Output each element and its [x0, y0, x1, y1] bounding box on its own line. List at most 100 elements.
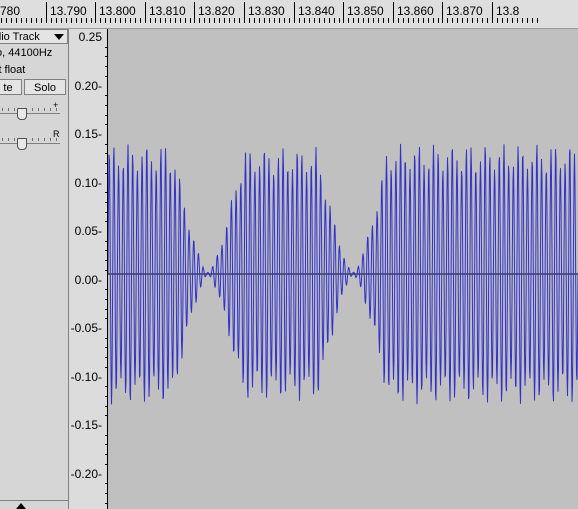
amplitude-minor-tick — [105, 357, 107, 358]
amplitude-tick-label: 0.10- — [74, 175, 102, 190]
timeline-minor-tick — [219, 18, 220, 23]
timeline-minor-tick — [71, 18, 72, 23]
timeline-minor-tick — [140, 18, 141, 23]
timeline-minor-tick — [6, 18, 7, 23]
amplitude-minor-tick — [105, 105, 107, 106]
timeline-minor-tick — [403, 18, 404, 23]
amplitude-minor-tick — [105, 124, 107, 125]
timeline-tick-label: 13.800 — [99, 4, 136, 18]
timeline-minor-tick — [135, 18, 136, 23]
timeline-minor-tick — [413, 18, 414, 23]
timeline-minor-tick — [487, 18, 488, 23]
timeline-tick-label: 13.850 — [347, 4, 384, 18]
amplitude-minor-tick — [105, 270, 107, 271]
timeline-minor-tick — [61, 18, 62, 23]
amplitude-tick-label: -0.15- — [70, 418, 102, 432]
timeline-minor-tick — [229, 18, 230, 23]
timeline-major-tick — [343, 2, 344, 23]
timeline-minor-tick — [512, 18, 513, 23]
timeline-major-tick — [95, 2, 96, 23]
track-sample-format: it float — [0, 64, 26, 76]
timeline-minor-tick — [428, 18, 429, 23]
timeline-minor-tick — [190, 18, 191, 23]
timeline-major-tick — [294, 2, 295, 23]
amplitude-minor-tick — [105, 483, 107, 484]
timeline-minor-tick — [433, 18, 434, 23]
timeline-minor-tick — [274, 18, 275, 23]
timeline-minor-tick — [254, 18, 255, 23]
timeline-tick-label: 13.8 — [496, 4, 520, 18]
timeline-minor-tick — [76, 18, 77, 23]
amplitude-minor-tick — [105, 367, 107, 368]
timeline-minor-tick — [383, 18, 384, 23]
timeline-minor-tick — [41, 18, 42, 23]
amplitude-tick-label: -0.05- — [70, 321, 102, 335]
amplitude-tick-label: 0.25 — [78, 30, 102, 44]
amplitude-minor-tick — [105, 115, 107, 116]
amplitude-minor-tick — [105, 396, 107, 397]
amplitude-ruler[interactable]: 0.25 0.20- 0.15- 0.10- 0.05- 0.00- -0.05- -0.10… — [70, 29, 108, 509]
mute-button[interactable]: te — [0, 79, 22, 95]
track-name-dropdown[interactable]: udio Track — [0, 29, 68, 44]
timeline-minor-tick — [334, 18, 335, 23]
amplitude-tick-label: -0.20- — [70, 466, 102, 481]
amplitude-minor-tick — [105, 318, 107, 319]
timeline-minor-tick — [21, 18, 22, 23]
collapse-track-icon[interactable] — [16, 503, 26, 509]
waveform-canvas — [108, 143, 578, 405]
timeline-minor-tick — [239, 18, 240, 23]
timeline-minor-tick — [368, 18, 369, 23]
timeline-minor-tick — [269, 18, 270, 23]
amplitude-tick-label: -0.10- — [70, 369, 102, 384]
solo-button[interactable]: Solo — [24, 79, 66, 95]
pan-slider[interactable] — [0, 143, 60, 144]
timeline-minor-tick — [418, 18, 419, 23]
timeline-major-tick — [46, 2, 47, 23]
gain-slider[interactable] — [0, 113, 60, 114]
amplitude-minor-tick — [105, 493, 107, 494]
timeline-minor-tick — [348, 18, 349, 23]
amplitude-minor-tick — [105, 435, 107, 436]
timeline-minor-tick — [472, 18, 473, 23]
pan-slider-scale — [2, 138, 58, 141]
amplitude-minor-tick — [105, 95, 107, 96]
timeline-minor-tick — [91, 18, 92, 23]
timeline-minor-tick — [423, 18, 424, 23]
timeline-minor-tick — [398, 18, 399, 23]
track-name-label: udio Track — [0, 31, 40, 43]
timeline-minor-tick — [264, 18, 265, 23]
gain-slider-thumb[interactable] — [17, 108, 27, 120]
amplitude-minor-tick — [105, 347, 107, 348]
amplitude-minor-tick — [105, 221, 107, 222]
waveform-display[interactable] — [108, 29, 578, 509]
timeline-minor-tick — [86, 18, 87, 23]
timeline-minor-tick — [314, 18, 315, 23]
amplitude-minor-tick — [105, 241, 107, 242]
timeline-minor-tick — [150, 18, 151, 23]
timeline-minor-tick — [329, 18, 330, 23]
amplitude-minor-tick — [105, 260, 107, 261]
timeline-minor-tick — [199, 18, 200, 23]
amplitude-minor-tick — [105, 289, 107, 290]
timeline-minor-tick — [160, 18, 161, 23]
amplitude-minor-tick — [105, 415, 107, 416]
timeline-minor-tick — [185, 18, 186, 23]
timeline-minor-tick — [115, 18, 116, 23]
timeline-tick-label: 13.840 — [298, 4, 335, 18]
timeline-minor-tick — [234, 18, 235, 23]
timeline-major-tick — [194, 2, 195, 23]
amplitude-tick-label: 0.00- — [74, 272, 102, 287]
amplitude-minor-tick — [105, 503, 107, 504]
timeline-minor-tick — [100, 18, 101, 23]
pan-slider-thumb[interactable] — [17, 138, 27, 150]
panel-divider — [0, 500, 68, 501]
timeline-minor-tick — [11, 18, 12, 23]
timeline-ruler[interactable]: 780 13.790 13.800 13.810 13.820 13.830 13.840 1… — [0, 0, 578, 29]
timeline-minor-tick — [522, 18, 523, 23]
amplitude-minor-tick — [105, 454, 107, 455]
timeline-minor-tick — [130, 18, 131, 23]
amplitude-minor-tick — [105, 444, 107, 445]
timeline-minor-tick — [110, 18, 111, 23]
timeline-minor-tick — [155, 18, 156, 23]
timeline-minor-tick — [438, 18, 439, 23]
